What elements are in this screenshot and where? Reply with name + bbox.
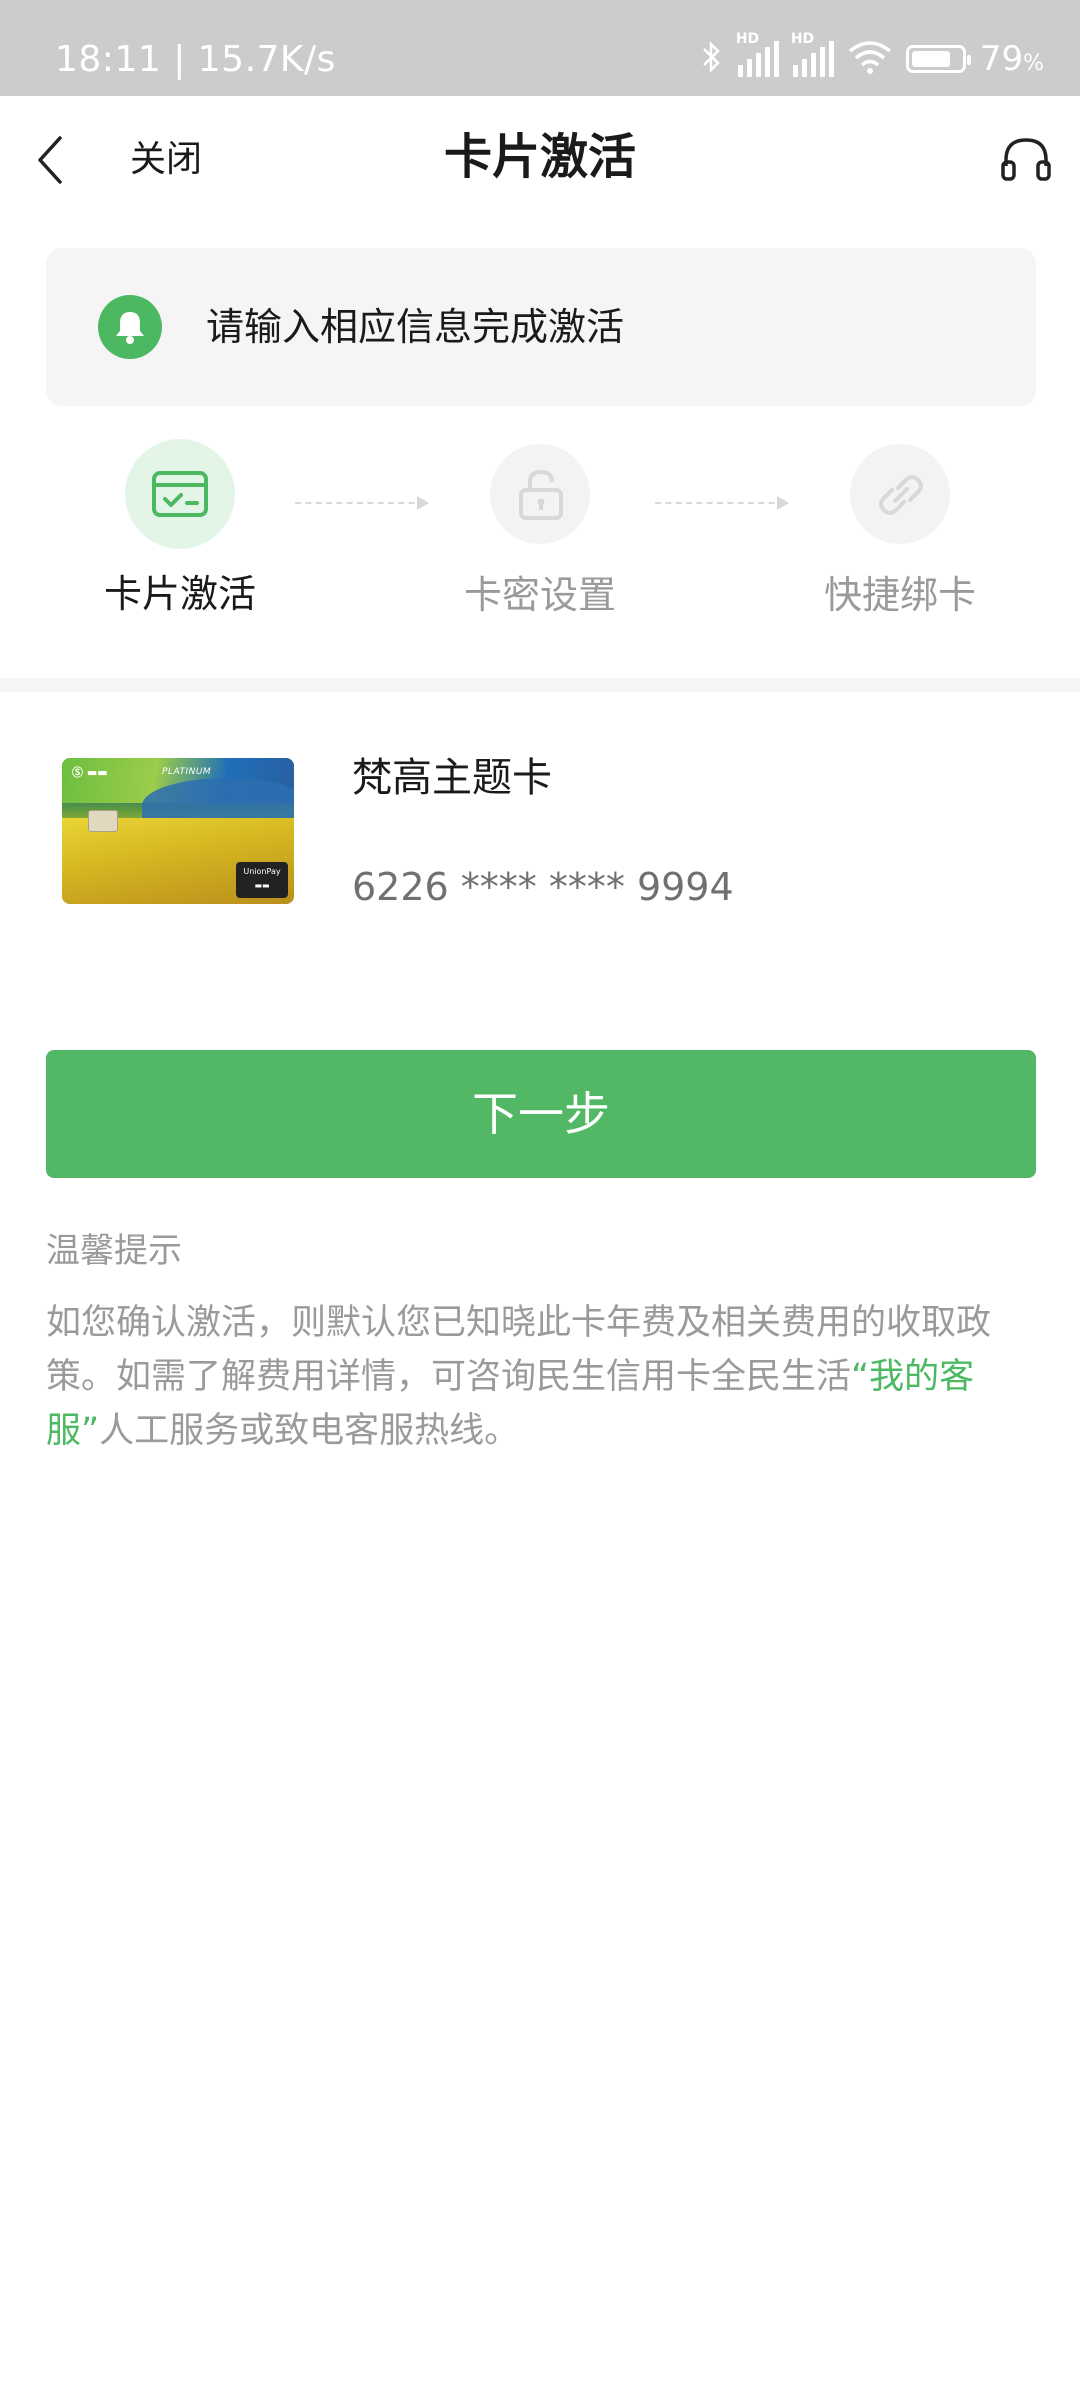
notice-title: 温馨提示	[46, 1231, 182, 1271]
notice-text: 如您确认激活，则默认您已知晓此卡年费及相关费用的收取政策。如需了解费用详情，可咨…	[46, 1303, 992, 1397]
status-bar: 18:11 | 15.7K/s HD HD 79%	[0, 0, 1080, 96]
link-icon	[850, 444, 950, 544]
platinum-mark: PLATINUM	[162, 767, 212, 777]
step-card-activation: 卡片激活	[60, 439, 300, 619]
wifi-icon	[848, 39, 892, 79]
lock-icon	[490, 444, 590, 544]
nav-header: 关闭 卡片激活	[0, 96, 1080, 222]
signal-hd-icon: HD	[791, 31, 834, 77]
headset-icon[interactable]	[1000, 134, 1052, 186]
notice-text: 人工服务或致电客服热线。	[99, 1411, 520, 1451]
bell-icon	[98, 295, 162, 359]
signal-hd-icon: HD	[736, 31, 779, 77]
notice-body: 如您确认激活，则默认您已知晓此卡年费及相关费用的收取政策。如需了解费用详情，可咨…	[46, 1296, 1036, 1458]
step-label: 快捷绑卡	[823, 573, 976, 617]
unionpay-logo: UnionPay ▬▬	[236, 862, 288, 898]
step-label: 卡密设置	[463, 573, 616, 617]
card-check-icon	[125, 439, 235, 549]
info-banner: 请输入相应信息完成激活	[46, 248, 1036, 406]
battery-percent: 79%	[979, 39, 1044, 79]
info-banner-text: 请输入相应信息完成激活	[206, 305, 625, 349]
card-name: 梵高主题卡	[352, 755, 552, 801]
page-title: 卡片激活	[443, 129, 636, 185]
battery-icon	[905, 45, 971, 73]
step-quick-bind: 快捷绑卡	[780, 444, 1020, 620]
card-chip	[88, 810, 118, 832]
next-step-button[interactable]: 下一步	[46, 1050, 1036, 1178]
step-pin-setup: 卡密设置	[420, 444, 660, 620]
step-connector	[655, 496, 789, 510]
card-number: 6226 **** **** 9994	[352, 865, 734, 909]
card-image: Ⓢ ▬▬ PLATINUM UnionPay ▬▬	[62, 758, 294, 904]
section-divider	[0, 678, 1080, 692]
step-label: 卡片激活	[103, 572, 256, 616]
progress-steps: 卡片激活 卡密设置 快捷绑卡	[0, 439, 1080, 664]
bluetooth-icon	[700, 39, 724, 79]
status-time-speed: 18:11 | 15.7K/s	[55, 39, 336, 80]
bank-logo: Ⓢ ▬▬	[72, 766, 108, 779]
step-connector	[295, 496, 429, 510]
status-icons: HD HD 79%	[700, 31, 1044, 84]
